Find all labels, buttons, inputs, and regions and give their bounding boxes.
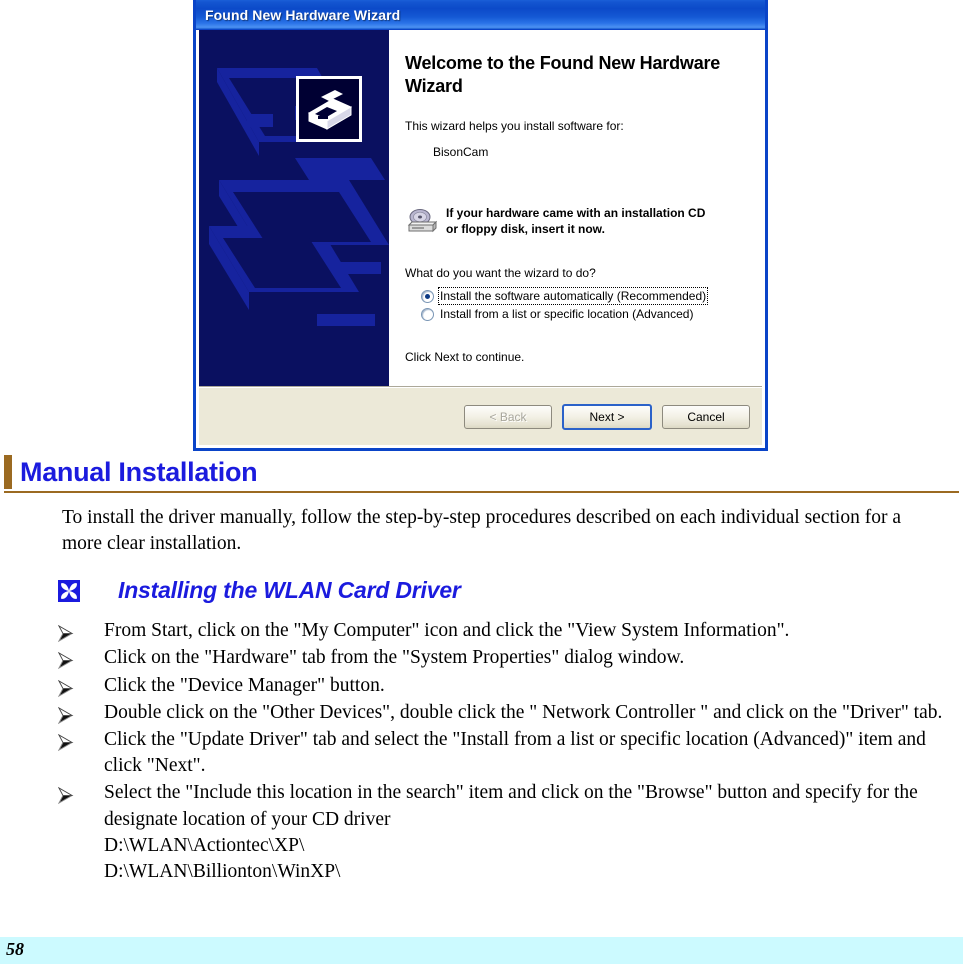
page-number: 58	[6, 939, 24, 959]
intro-paragraph: To install the driver manually, follow t…	[62, 507, 901, 555]
list-item: Click the "Update Driver" tab and select…	[58, 727, 945, 780]
wizard-radio-label-automatic[interactable]: Install the software automatically (Reco…	[437, 287, 709, 306]
subsection-heading-row: Installing the WLAN Card Driver	[58, 577, 963, 604]
section-heading-row: Manual Installation	[0, 455, 963, 490]
cd-drive-icon	[407, 209, 437, 233]
wizard-footer-hint: Click Next to continue.	[405, 350, 525, 365]
cancel-button[interactable]: Cancel	[662, 404, 750, 429]
list-item-text: Click the "Device Manager" button.	[104, 674, 385, 696]
heading-divider	[4, 491, 959, 494]
wingdings-arrowhead-bullet-icon	[58, 787, 74, 805]
steps-list: From Start, click on the "My Computer" i…	[0, 618, 963, 886]
wingdings-arrowhead-bullet-icon	[58, 624, 74, 643]
list-item-text: From Start, click on the "My Computer" i…	[104, 620, 790, 642]
wizard-cd-notice: If your hardware came with an installati…	[405, 204, 746, 238]
list-item-text: Click the "Update Driver" tab and select…	[104, 728, 926, 777]
wizard-button-bar: < Back Next > Cancel	[199, 387, 762, 445]
list-item-text: Select the "Include this location in the…	[104, 782, 918, 883]
next-button[interactable]: Next >	[562, 403, 652, 430]
wizard-watermark-panel	[199, 30, 389, 386]
hardware-device-icon	[296, 76, 362, 142]
wizard-radio-option-automatic[interactable]: Install the software automatically (Reco…	[421, 287, 746, 306]
list-item-text: Click on the "Hardware" tab from the "Sy…	[104, 647, 685, 669]
wizard-content-pane: Welcome to the Found New Hardware Wizard…	[389, 30, 762, 386]
document-content: Manual Installation To install the drive…	[0, 455, 963, 886]
wingdings-floral-square-icon	[58, 579, 80, 602]
page-title: Manual Installation	[20, 457, 258, 487]
list-item: From Start, click on the "My Computer" i…	[58, 618, 945, 645]
heading-accent-bar	[4, 455, 12, 490]
wizard-title: Found New Hardware Wizard	[205, 6, 401, 23]
list-item: Select the "Include this location in the…	[58, 780, 945, 886]
wizard-question: What do you want the wizard to do?	[405, 266, 596, 281]
wingdings-arrowhead-bullet-icon	[58, 733, 74, 752]
wizard-dialog: Found New Hardware Wizard Welcome to the…	[193, 0, 768, 451]
list-item: Click the "Device Manager" button.	[58, 673, 945, 700]
list-item: Double click on the "Other Devices", dou…	[58, 700, 945, 727]
footer-band	[0, 937, 963, 964]
wizard-intro-text: This wizard helps you install software f…	[405, 119, 624, 134]
wizard-radio-label-specific-location[interactable]: Install from a list or specific location…	[440, 307, 693, 321]
wizard-device-name: BisonCam	[433, 145, 489, 160]
wingdings-arrowhead-bullet-icon	[58, 652, 74, 670]
wizard-title-bar: Found New Hardware Wizard	[196, 0, 765, 30]
wingdings-arrowhead-bullet-icon	[58, 679, 74, 697]
wizard-body: Welcome to the Found New Hardware Wizard…	[199, 30, 762, 445]
wingdings-arrowhead-bullet-icon	[58, 706, 74, 724]
subsection-title: Installing the WLAN Card Driver	[118, 577, 461, 604]
wizard-welcome-heading: Welcome to the Found New Hardware Wizard	[405, 53, 721, 97]
list-item: Click on the "Hardware" tab from the "Sy…	[58, 645, 945, 672]
back-button[interactable]: < Back	[464, 404, 552, 429]
found-new-hardware-wizard-figure: Found New Hardware Wizard Welcome to the…	[193, 0, 768, 451]
wizard-radio-option-specific-location[interactable]: Install from a list or specific location…	[421, 307, 746, 321]
radio-button-icon[interactable]	[421, 289, 434, 303]
wizard-main-area: Welcome to the Found New Hardware Wizard…	[199, 30, 762, 387]
wizard-cd-notice-line1: If your hardware came with an installati…	[446, 206, 706, 221]
list-item-text: Double click on the "Other Devices", dou…	[104, 701, 943, 723]
wizard-cd-notice-line2: or floppy disk, insert it now.	[446, 222, 605, 237]
radio-button-icon[interactable]	[421, 307, 434, 321]
wizard-cd-notice-text: If your hardware came with an installati…	[446, 204, 705, 238]
